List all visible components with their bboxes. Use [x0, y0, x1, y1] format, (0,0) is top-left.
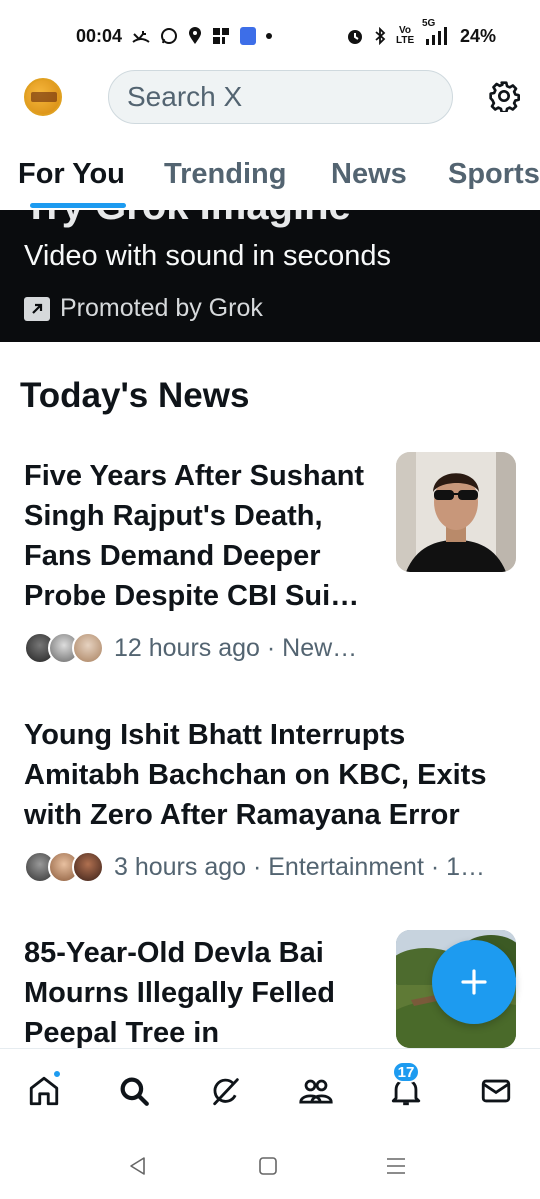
- docs-icon: [240, 27, 257, 45]
- story-thumbnail[interactable]: [396, 452, 516, 572]
- promo-title: Try Grok Imagine: [24, 210, 351, 229]
- search-input[interactable]: Search X: [108, 70, 453, 124]
- battery-percent: 24%: [459, 25, 496, 46]
- bluetooth-icon: [374, 27, 386, 45]
- status-right: Vo LTE 5G 24%: [346, 19, 496, 47]
- back-icon[interactable]: [126, 1154, 150, 1178]
- grok-icon[interactable]: [206, 1071, 246, 1111]
- more-notifications-dot: [266, 33, 273, 39]
- tab-trending[interactable]: Trending: [164, 158, 286, 191]
- home-unread-dot: [52, 1069, 62, 1079]
- promo-banner[interactable]: Try Grok Imagine Video with sound in sec…: [0, 210, 540, 342]
- story-avatars: [24, 851, 104, 883]
- avatar: [72, 851, 104, 883]
- promoted-arrow-icon: [24, 296, 50, 321]
- search-icon[interactable]: [114, 1071, 154, 1111]
- story-headline: Young Ishit Bhatt Interrupts Amitabh Bac…: [24, 719, 487, 831]
- story-avatars: [24, 632, 104, 664]
- tab-sports[interactable]: Sports: [448, 158, 540, 191]
- notifications-icon[interactable]: 17: [386, 1061, 426, 1111]
- status-bar: 00:04 Vo LTE 5G 24%: [0, 0, 540, 72]
- story-headline: 85-Year-Old Devla Bai Mourns Illegally F…: [24, 937, 336, 1049]
- promoted-label: Promoted by Grok: [24, 294, 263, 323]
- messages-icon[interactable]: [476, 1071, 516, 1111]
- home-button-icon[interactable]: [256, 1154, 280, 1178]
- story-meta-text: 12 hours ago · New…: [114, 633, 358, 662]
- story-headline: Five Years After Sushant Singh Rajput's …: [24, 460, 365, 612]
- status-time: 00:04: [76, 25, 123, 46]
- promoted-text: Promoted by Grok: [60, 294, 263, 322]
- location-icon: [188, 27, 202, 45]
- search-placeholder: Search X: [127, 81, 243, 112]
- app-notification-icon: [212, 27, 230, 45]
- whatsapp-icon: [160, 27, 178, 45]
- settings-gear-icon[interactable]: [484, 76, 524, 116]
- story-meta-text: 3 hours ago · Entertainment · 1…: [114, 852, 486, 881]
- promo-subtitle: Video with sound in seconds: [24, 240, 392, 272]
- home-icon[interactable]: [24, 1069, 64, 1111]
- volte-label: Vo LTE: [395, 25, 415, 46]
- news-story[interactable]: Five Years After Sushant Singh Rajput's …: [24, 456, 386, 664]
- story-meta: 12 hours ago · New…: [24, 632, 386, 664]
- alarm-icon: [346, 27, 364, 45]
- top-header: Search X: [0, 68, 540, 128]
- news-story[interactable]: 85-Year-Old Devla Bai Mourns Illegally F…: [24, 933, 386, 1053]
- profile-avatar[interactable]: [24, 78, 62, 116]
- communities-icon[interactable]: [296, 1071, 336, 1111]
- system-nav-bar: [0, 1134, 540, 1199]
- signal-icon: 5G: [422, 19, 450, 45]
- explore-tabs: For You Trending News Sports: [0, 150, 540, 208]
- news-story[interactable]: Young Ishit Bhatt Interrupts Amitabh Bac…: [24, 715, 520, 883]
- missed-call-icon: [132, 28, 150, 44]
- section-title: Today's News: [20, 376, 250, 415]
- recents-icon[interactable]: [384, 1154, 408, 1178]
- avatar: [72, 632, 104, 664]
- story-meta: 3 hours ago · Entertainment · 1…: [24, 851, 520, 883]
- notifications-badge: 17: [392, 1061, 420, 1083]
- compose-button[interactable]: [432, 940, 516, 1024]
- network-label: 5G: [421, 18, 436, 29]
- active-tab-indicator: [30, 203, 126, 208]
- bottom-nav: 17: [0, 1048, 540, 1134]
- status-left: 00:04: [76, 25, 273, 47]
- tab-for-you[interactable]: For You: [18, 158, 125, 191]
- tab-news[interactable]: News: [331, 158, 407, 191]
